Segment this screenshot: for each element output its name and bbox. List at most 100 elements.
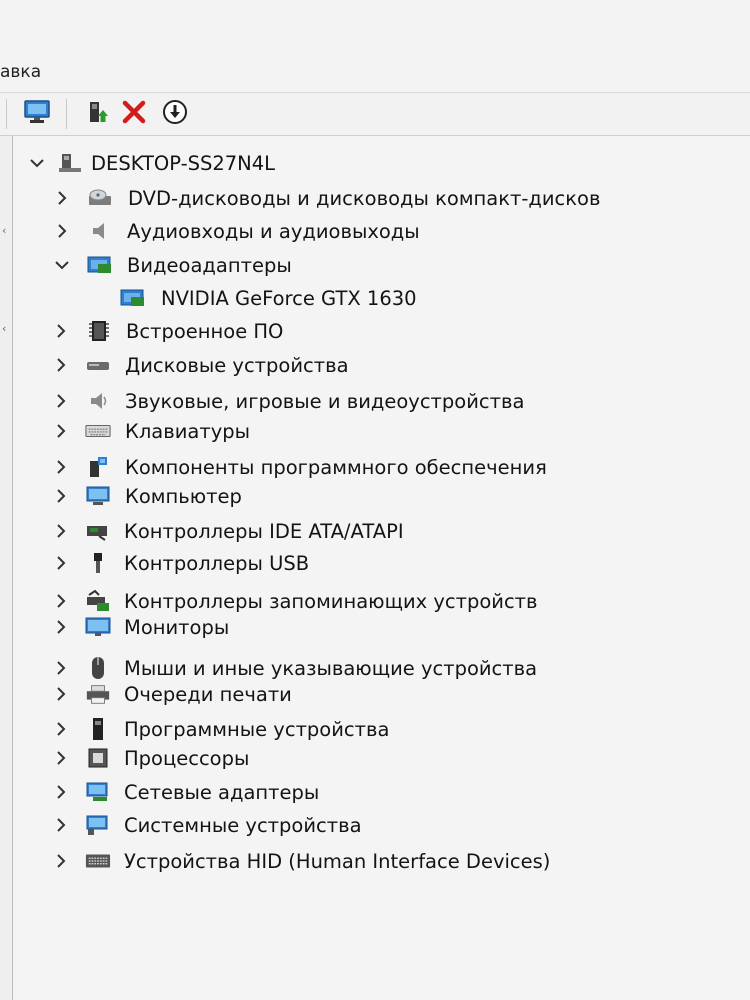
chevron-down-icon[interactable] xyxy=(54,257,70,273)
usb-icon xyxy=(85,551,111,575)
tree-category[interactable]: Компоненты программного обеспечения xyxy=(13,452,750,482)
tree-item-label: Контроллеры USB xyxy=(124,551,310,575)
system-device-icon xyxy=(85,813,111,837)
root-label: DESKTOP-SS27N4L xyxy=(91,151,276,175)
tree-category[interactable]: Встроенное ПО xyxy=(13,316,750,346)
chevron-right-icon[interactable] xyxy=(53,750,69,766)
tree-root[interactable]: DESKTOP-SS27N4L xyxy=(13,148,750,178)
pane-marker: ‹ xyxy=(2,322,7,335)
tree-category[interactable]: Видеоадаптеры xyxy=(13,250,750,280)
tree-category[interactable]: Клавиатуры xyxy=(13,416,750,446)
update-driver-icon xyxy=(84,98,110,130)
tree-item-label: Процессоры xyxy=(124,746,250,770)
chevron-down-icon[interactable] xyxy=(29,155,45,171)
tree-item-label: Очереди печати xyxy=(124,682,292,706)
tree-item-label: Компоненты программного обеспечения xyxy=(125,455,547,479)
computer-monitor-icon xyxy=(23,99,51,129)
tree-item-label: Встроенное ПО xyxy=(126,319,284,343)
chevron-right-icon[interactable] xyxy=(54,223,70,239)
network-adapter-icon xyxy=(85,780,111,804)
download-icon xyxy=(161,98,189,130)
chevron-right-icon[interactable] xyxy=(53,523,69,539)
tree-category[interactable]: Очереди печати xyxy=(13,679,750,709)
keyboard-icon xyxy=(85,419,111,443)
scan-hardware-button[interactable] xyxy=(22,99,52,129)
tree-category[interactable]: DVD-дисководы и дисководы компакт-дисков xyxy=(13,183,750,213)
tree-category[interactable]: Процессоры xyxy=(13,743,750,773)
computer-icon xyxy=(57,151,83,175)
chevron-right-icon[interactable] xyxy=(53,459,69,475)
chevron-right-icon[interactable] xyxy=(53,721,69,737)
tree-category[interactable]: Системные устройства xyxy=(13,810,750,840)
tree-category[interactable]: Сетевые адаптеры xyxy=(13,777,750,807)
tree-item-label: Мыши и иные указывающие устройства xyxy=(124,656,538,680)
chevron-right-icon[interactable] xyxy=(53,853,69,869)
uninstall-icon xyxy=(121,99,147,129)
tree-item-label: Мониторы xyxy=(124,615,230,639)
tree-category[interactable]: Дисковые устройства xyxy=(13,350,750,380)
chevron-right-icon[interactable] xyxy=(53,393,69,409)
toolbar xyxy=(0,92,750,136)
display-adapter-icon xyxy=(87,253,113,277)
chevron-right-icon[interactable] xyxy=(53,817,69,833)
toolbar-separator xyxy=(66,99,67,129)
pane-marker: ‹ xyxy=(2,224,7,237)
chevron-right-icon[interactable] xyxy=(53,686,69,702)
computer-icon xyxy=(85,484,111,508)
tree-item-label: DVD-дисководы и дисководы компакт-дисков xyxy=(128,186,601,210)
firmware-icon xyxy=(86,319,112,343)
chevron-right-icon[interactable] xyxy=(54,190,70,206)
storage-controller-icon xyxy=(85,589,111,613)
monitor-icon xyxy=(85,615,111,639)
left-pane-edge: ‹ ‹ xyxy=(0,136,13,1000)
tree-category[interactable]: Устройства HID (Human Interface Devices) xyxy=(13,846,750,876)
tree-item-label: Звуковые, игровые и видеоустройства xyxy=(125,389,525,413)
tree-category[interactable]: Контроллеры USB xyxy=(13,548,750,578)
audio-io-icon xyxy=(87,219,113,243)
chevron-right-icon[interactable] xyxy=(53,488,69,504)
chevron-right-icon[interactable] xyxy=(53,323,69,339)
chevron-right-icon[interactable] xyxy=(53,593,69,609)
tree-item-label: Контроллеры IDE ATA/ATAPI xyxy=(124,519,404,543)
tree-item-label: Сетевые адаптеры xyxy=(124,780,320,804)
update-driver-button[interactable] xyxy=(82,99,112,129)
software-component-icon xyxy=(85,455,111,479)
tree-category[interactable]: Мониторы xyxy=(13,612,750,642)
printer-icon xyxy=(85,682,111,706)
tree-item-label: Программные устройства xyxy=(124,717,390,741)
toolbar-separator xyxy=(6,99,7,129)
chevron-right-icon[interactable] xyxy=(53,423,69,439)
tree-device[interactable]: NVIDIA GeForce GTX 1630 xyxy=(13,283,750,313)
tree-item-label: Системные устройства xyxy=(124,813,362,837)
gpu-icon xyxy=(120,286,146,310)
tree-item-label: Компьютер xyxy=(125,484,242,508)
tree-category[interactable]: Аудиовходы и аудиовыходы xyxy=(13,216,750,246)
processor-icon xyxy=(85,746,111,770)
tree-item-label: Дисковые устройства xyxy=(125,353,349,377)
chevron-right-icon[interactable] xyxy=(53,357,69,373)
chevron-right-icon[interactable] xyxy=(53,784,69,800)
chevron-right-icon[interactable] xyxy=(53,619,69,635)
dvd-drive-icon xyxy=(87,186,113,210)
ide-controller-icon xyxy=(85,519,111,543)
tree-category[interactable]: Контроллеры IDE ATA/ATAPI xyxy=(13,516,750,546)
software-device-icon xyxy=(85,717,111,741)
tree-item-label: Контроллеры запоминающих устройств xyxy=(124,589,538,613)
menu-item-action[interactable]: авка xyxy=(0,62,41,82)
install-driver-button[interactable] xyxy=(160,99,190,129)
tree-category[interactable]: Звуковые, игровые и видеоустройства xyxy=(13,386,750,416)
tree-category[interactable]: Программные устройства xyxy=(13,714,750,744)
tree-category[interactable]: Компьютер xyxy=(13,481,750,511)
device-tree: DESKTOP-SS27N4L DVD-дисководы и дисковод… xyxy=(13,136,750,1000)
menu-bar: авка xyxy=(0,0,750,92)
chevron-right-icon[interactable] xyxy=(53,555,69,571)
chevron-right-icon[interactable] xyxy=(53,660,69,676)
mouse-icon xyxy=(85,656,111,680)
disk-drive-icon xyxy=(85,353,111,377)
sound-icon xyxy=(85,389,111,413)
tree-item-label: NVIDIA GeForce GTX 1630 xyxy=(161,286,417,310)
uninstall-device-button[interactable] xyxy=(119,99,149,129)
tree-item-label: Устройства HID (Human Interface Devices) xyxy=(124,849,551,873)
tree-item-label: Видеоадаптеры xyxy=(127,253,292,277)
tree-item-label: Аудиовходы и аудиовыходы xyxy=(127,219,420,243)
